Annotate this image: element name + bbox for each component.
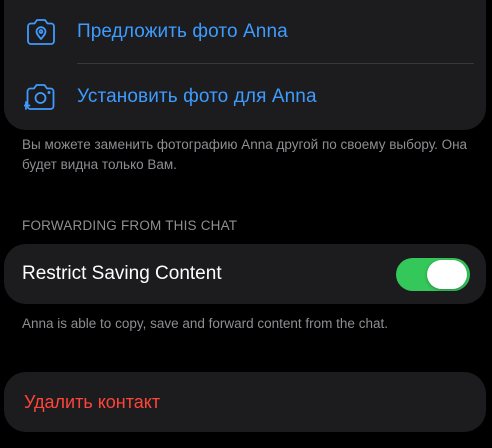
restrict-saving-row: Restrict Saving Content: [4, 244, 486, 304]
camera-suggest-icon: [27, 19, 55, 45]
delete-contact-button[interactable]: Удалить контакт: [4, 372, 486, 432]
set-photo-label: Установить фото для Anna: [77, 86, 317, 107]
restrict-saving-toggle[interactable]: [396, 258, 470, 291]
suggest-photo-label: Предложить фото Anna: [77, 21, 288, 42]
photo-options-card: Предложить фото Anna Установить фото для…: [4, 0, 486, 130]
forwarding-section-header: FORWARDING FROM THIS CHAT: [22, 218, 238, 233]
photo-footnote: Вы можете заменить фотографию Anna друго…: [22, 137, 468, 172]
restrict-footnote: Anna is able to copy, save and forward c…: [22, 316, 388, 331]
suggest-photo-button[interactable]: Предложить фото Anna: [4, 2, 486, 62]
row-divider: [77, 63, 474, 64]
restrict-saving-label: Restrict Saving Content: [22, 263, 222, 284]
set-photo-button[interactable]: Установить фото для Anna: [4, 67, 486, 127]
delete-contact-label: Удалить контакт: [24, 392, 161, 412]
camera-set-icon: [24, 84, 55, 110]
toggle-knob: [427, 260, 467, 289]
